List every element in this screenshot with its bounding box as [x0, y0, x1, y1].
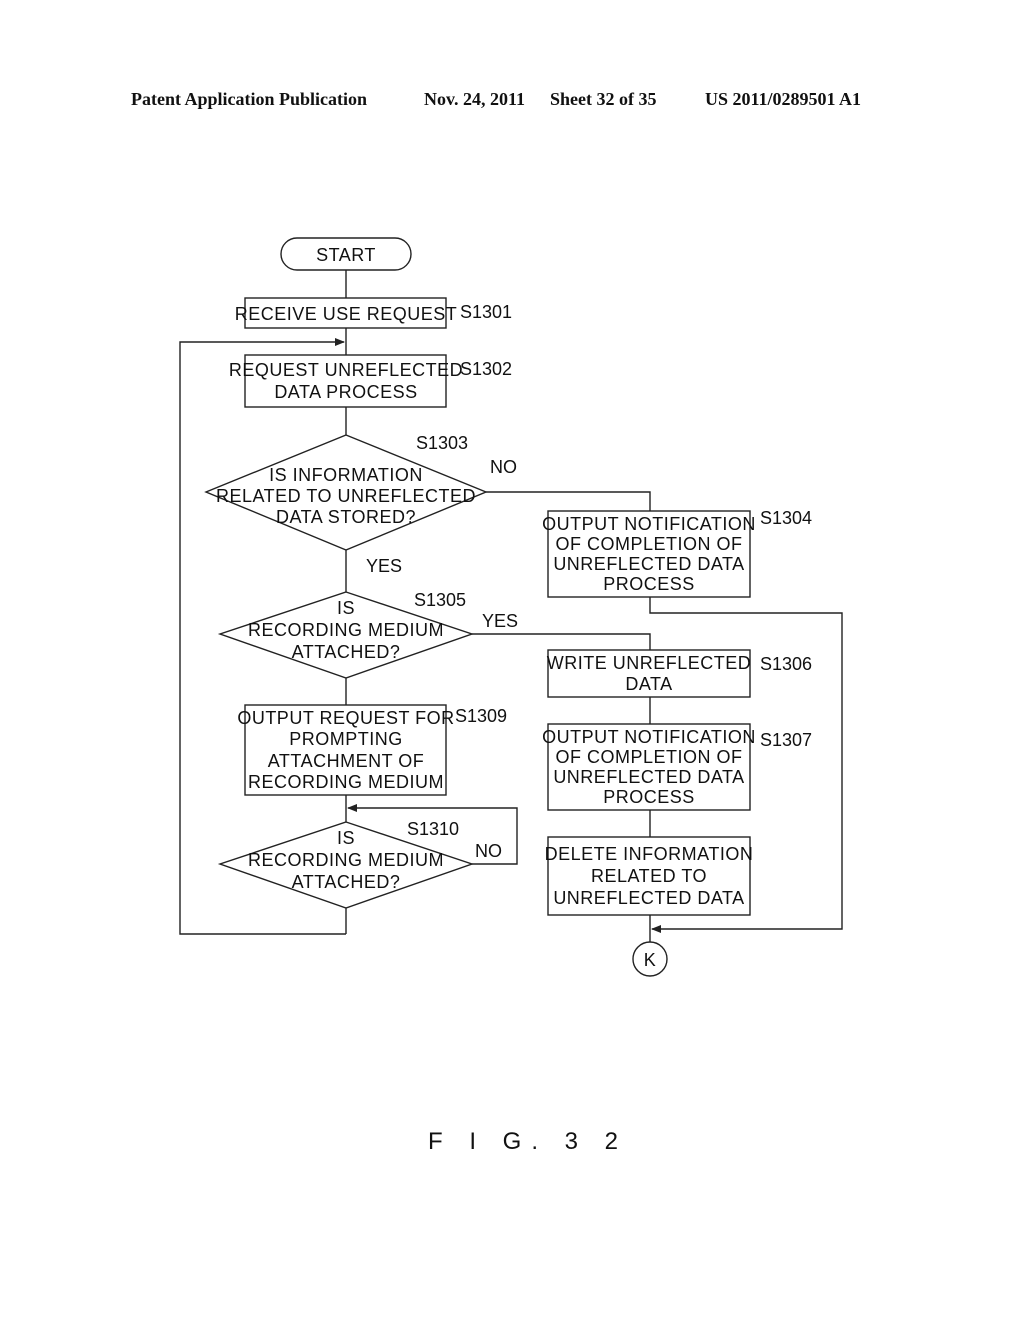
- yes-label: YES: [366, 556, 402, 576]
- decision-s1303: IS INFORMATION RELATED TO UNREFLECTED DA…: [204, 433, 517, 576]
- edge-s1303-no: [486, 491, 651, 511]
- decision-text: ATTACHED?: [292, 872, 401, 892]
- step-text: UNREFLECTED DATA: [553, 888, 744, 908]
- decision-text: RECORDING MEDIUM: [248, 850, 444, 870]
- step-text: DELETE INFORMATION: [545, 844, 754, 864]
- connector-label: K: [644, 950, 657, 970]
- step-s1309: OUTPUT REQUEST FOR PROMPTING ATTACHMENT …: [237, 704, 507, 796]
- step-id: S1304: [760, 508, 812, 528]
- decision-s1310: IS RECORDING MEDIUM ATTACHED? S1310 NO: [217, 819, 502, 909]
- step-id: S1302: [460, 359, 512, 379]
- step-text: OF COMPLETION OF: [555, 534, 742, 554]
- step-text: OUTPUT NOTIFICATION: [542, 514, 756, 534]
- step-text: RECORDING MEDIUM: [248, 772, 444, 792]
- step-text: UNREFLECTED DATA: [553, 767, 744, 787]
- step-text: WRITE UNREFLECTED: [547, 653, 752, 673]
- step-s1304: OUTPUT NOTIFICATION OF COMPLETION OF UNR…: [542, 508, 812, 598]
- step-id: S1303: [416, 433, 468, 453]
- step-text: DATA PROCESS: [274, 382, 417, 402]
- step-text: DATA: [625, 674, 672, 694]
- step-delete-information: DELETE INFORMATION RELATED TO UNREFLECTE…: [545, 836, 754, 916]
- step-id: S1307: [760, 730, 812, 750]
- decision-text: RELATED TO UNREFLECTED: [216, 486, 476, 506]
- flowchart: START RECEIVE USE REQUEST S1301 REQUEST …: [179, 237, 843, 1155]
- step-text: ATTACHMENT OF: [268, 751, 425, 771]
- step-id: S1306: [760, 654, 812, 674]
- step-text: RECEIVE USE REQUEST: [235, 304, 458, 324]
- decision-text: IS: [337, 828, 355, 848]
- step-s1306: WRITE UNREFLECTED DATA S1306: [547, 649, 812, 698]
- step-text: PROCESS: [603, 574, 695, 594]
- decision-text: DATA STORED?: [276, 507, 416, 527]
- start-label: START: [316, 245, 376, 265]
- step-s1307: OUTPUT NOTIFICATION OF COMPLETION OF UNR…: [542, 723, 812, 811]
- yes-label: YES: [482, 611, 518, 631]
- step-text: PROCESS: [603, 787, 695, 807]
- no-label: NO: [475, 841, 502, 861]
- step-s1302: REQUEST UNREFLECTED DATA PROCESS S1302: [229, 354, 512, 408]
- step-id: S1301: [460, 302, 512, 322]
- connector-k: K: [632, 941, 668, 977]
- figure-caption: F I G. 3 2: [428, 1128, 628, 1155]
- step-s1301: RECEIVE USE REQUEST S1301: [235, 297, 512, 329]
- step-text: REQUEST UNREFLECTED: [229, 360, 463, 380]
- decision-text: RECORDING MEDIUM: [248, 620, 444, 640]
- decision-text: IS: [337, 598, 355, 618]
- no-label: NO: [490, 457, 517, 477]
- edge-s1305-yes: [472, 633, 651, 650]
- step-id: S1305: [414, 590, 466, 610]
- decision-text: ATTACHED?: [292, 642, 401, 662]
- step-id: S1310: [407, 819, 459, 839]
- decision-text: IS INFORMATION: [269, 465, 423, 485]
- start-terminal: START: [280, 237, 412, 271]
- step-text: UNREFLECTED DATA: [553, 554, 744, 574]
- step-id: S1309: [455, 706, 507, 726]
- step-text: OUTPUT NOTIFICATION: [542, 727, 756, 747]
- step-text: OUTPUT REQUEST FOR: [237, 708, 454, 728]
- step-text: PROMPTING: [289, 729, 403, 749]
- decision-s1305: IS RECORDING MEDIUM ATTACHED? S1305 YES: [217, 590, 518, 679]
- step-text: OF COMPLETION OF: [555, 747, 742, 767]
- step-text: RELATED TO: [591, 866, 707, 886]
